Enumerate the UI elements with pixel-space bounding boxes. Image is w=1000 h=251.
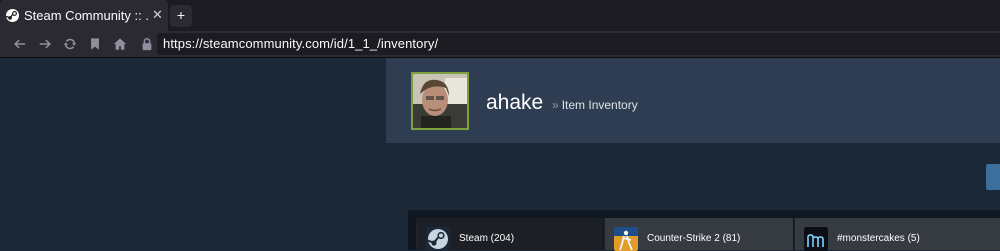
game-tab-label: #monstercakes (5) — [837, 233, 920, 244]
game-tab-steam[interactable]: Steam (204) — [416, 218, 603, 251]
profile-header: ahake » Item Inventory — [386, 58, 1000, 143]
breadcrumb: » Item Inventory — [552, 98, 638, 112]
counter-strike-icon — [614, 227, 638, 251]
forward-arrow-icon[interactable] — [37, 36, 53, 52]
browser-tab-strip: Steam Community :: ... ✕ + — [0, 0, 1000, 31]
game-tab-counter-strike-2[interactable]: Counter-Strike 2 (81) — [604, 218, 793, 251]
address-bar-url[interactable]: https://steamcommunity.com/id/1_1_/inven… — [163, 36, 438, 51]
back-arrow-icon[interactable] — [12, 36, 28, 52]
game-tab-monstercakes[interactable]: #monstercakes (5) — [794, 218, 1000, 251]
steam-favicon-icon — [6, 9, 19, 22]
inventory-game-tabs: Steam (204) Counter-Strike 2 (81) #monst… — [408, 210, 1000, 251]
browser-nav-bar: https://steamcommunity.com/id/1_1_/inven… — [0, 31, 1000, 58]
game-tab-label: Steam (204) — [459, 233, 515, 244]
close-tab-icon[interactable]: ✕ — [152, 8, 163, 22]
new-tab-button[interactable]: + — [170, 5, 192, 27]
action-button[interactable] — [986, 164, 1000, 190]
home-icon[interactable] — [112, 36, 128, 52]
browser-tab-title: Steam Community :: ... — [24, 8, 150, 23]
profile-username[interactable]: ahake — [486, 91, 543, 115]
bookmark-icon[interactable] — [87, 36, 103, 52]
steam-logo-icon — [426, 227, 450, 251]
breadcrumb-item-inventory: Item Inventory — [561, 98, 638, 112]
breadcrumb-separator: » — [552, 98, 559, 112]
steam-inventory-page: ahake » Item Inventory Steam (204) Counte — [0, 58, 1000, 251]
monstercakes-icon — [804, 227, 828, 251]
address-bar[interactable]: https://steamcommunity.com/id/1_1_/inven… — [157, 33, 1000, 55]
game-tab-label: Counter-Strike 2 (81) — [647, 233, 741, 244]
browser-tab[interactable]: Steam Community :: ... ✕ — [0, 0, 168, 31]
avatar[interactable] — [411, 72, 469, 130]
lock-icon[interactable] — [139, 36, 155, 52]
avatar-photo-icon — [413, 74, 467, 128]
reload-icon[interactable] — [62, 36, 78, 52]
